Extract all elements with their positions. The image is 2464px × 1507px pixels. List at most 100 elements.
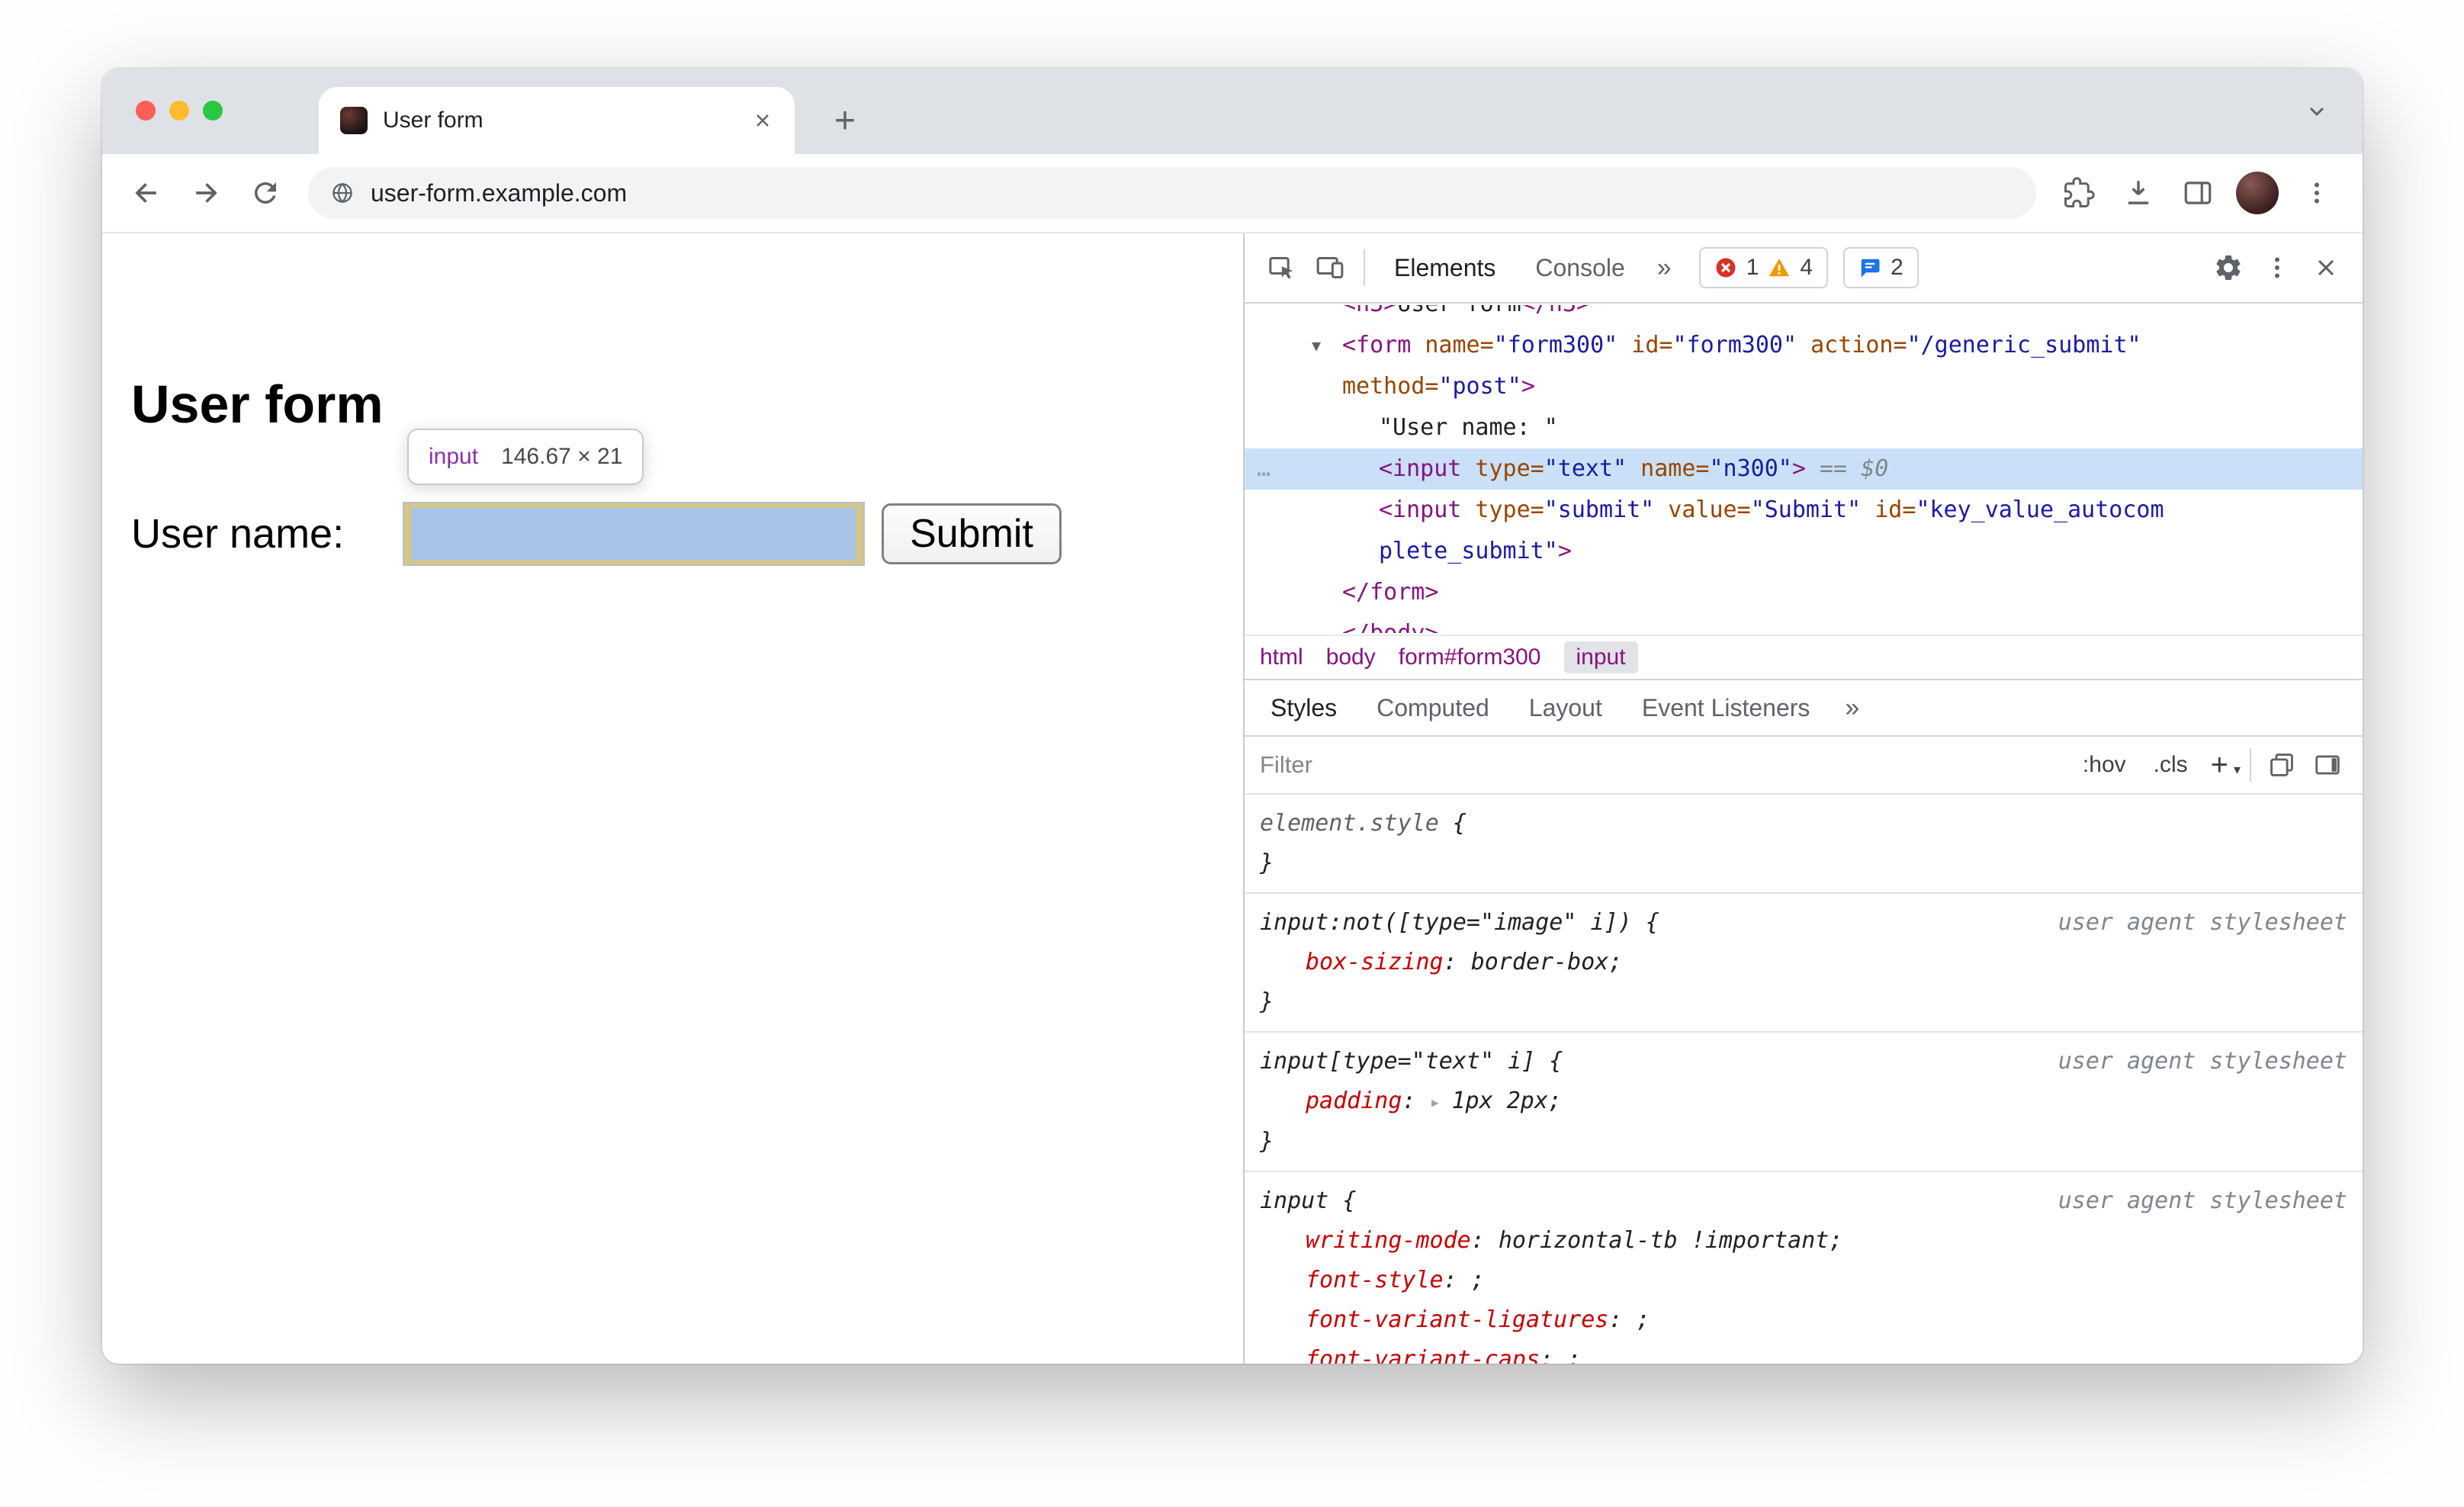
- css-property[interactable]: writing-mode: horizontal-tb !important;: [1260, 1221, 2347, 1261]
- tab-favicon: [340, 107, 368, 134]
- styles-filter-input[interactable]: [1260, 751, 2069, 779]
- dom-tree-line[interactable]: "User name: ": [1245, 407, 2363, 448]
- inspect-element-icon[interactable]: [1257, 243, 1306, 292]
- dom-tree-line[interactable]: plete_submit">: [1245, 531, 2363, 572]
- breadcrumb-item[interactable]: input: [1563, 641, 1638, 673]
- page-title: User form: [131, 374, 384, 434]
- tab-console[interactable]: Console: [1515, 233, 1644, 302]
- css-property[interactable]: font-variant-ligatures: ;: [1260, 1300, 2347, 1340]
- tab-layout[interactable]: Layout: [1509, 694, 1622, 722]
- tab-title: User form: [383, 108, 483, 133]
- window-controls: [136, 101, 223, 120]
- settings-gear-icon[interactable]: [2204, 243, 2253, 292]
- styles-filter-bar: :hov .cls +▾: [1245, 737, 2363, 795]
- divider: [2250, 748, 2251, 782]
- devtools-toolbar: Elements Console » 1 4 2: [1245, 233, 2363, 304]
- address-bar[interactable]: user-form.example.com: [308, 167, 2036, 219]
- username-label: User name:: [131, 511, 345, 557]
- style-rules-pane: element.style {} input:not([type="image" …: [1245, 795, 2363, 1364]
- style-rule[interactable]: element.style {}: [1245, 795, 2363, 894]
- toggle-element-state-button[interactable]: :hov: [2069, 752, 2140, 778]
- issues-count: 2: [1891, 255, 1903, 280]
- back-button[interactable]: [124, 170, 169, 216]
- breadcrumb-item[interactable]: html: [1260, 644, 1303, 670]
- forward-button[interactable]: [183, 170, 229, 216]
- breadcrumb-item[interactable]: form#form300: [1399, 644, 1541, 670]
- warning-icon: [1769, 259, 1790, 277]
- breadcrumb: html body form#form300 input: [1245, 635, 2363, 679]
- devtools-menu-kebab-icon[interactable]: [2253, 243, 2302, 292]
- tab-close-icon[interactable]: [749, 107, 776, 134]
- tab-event-listeners[interactable]: Event Listeners: [1622, 694, 1830, 722]
- submit-button[interactable]: Submit: [882, 503, 1062, 564]
- dom-tree-line[interactable]: … <input type="text" name="n300"> == $0: [1245, 448, 2363, 490]
- computed-styles-icon[interactable]: [2259, 742, 2305, 788]
- window-content: User form input 146.67 × 21 User name: S…: [102, 233, 2363, 1364]
- tab-computed[interactable]: Computed: [1357, 694, 1509, 722]
- url-text[interactable]: user-form.example.com: [371, 179, 627, 207]
- desktop-background: { "window": { "tab": { "title": "User fo…: [0, 0, 2464, 1507]
- browser-window: User form + user-form.example.com User f…: [102, 69, 2363, 1364]
- dom-tree-line[interactable]: </form>: [1245, 572, 2363, 613]
- dom-tree-line[interactable]: <input type="submit" value="Submit" id="…: [1245, 490, 2363, 531]
- more-sidebar-tabs-chevron[interactable]: »: [1830, 693, 1875, 723]
- reload-button[interactable]: [243, 170, 288, 216]
- inspect-tooltip-tag: input: [429, 444, 479, 469]
- site-info-globe-icon[interactable]: [329, 180, 355, 206]
- tab-elements[interactable]: Elements: [1374, 233, 1515, 302]
- download-icon[interactable]: [2114, 169, 2163, 217]
- username-input[interactable]: [404, 503, 863, 564]
- overflow-dots-icon: …: [1257, 455, 1273, 482]
- avatar-image: [2236, 172, 2279, 214]
- dom-tree-line[interactable]: ▼ <form name="form300" id="form300" actio…: [1245, 325, 2363, 366]
- web-page: User form input 146.67 × 21 User name: S…: [102, 233, 1243, 1364]
- inspect-tooltip-size: 146.67 × 21: [501, 444, 623, 469]
- divider: [1364, 249, 1365, 286]
- zoom-window-button[interactable]: [203, 101, 223, 120]
- style-rule[interactable]: input:not([type="image" i]) {user agent …: [1245, 894, 2363, 1033]
- extensions-puzzle-icon[interactable]: [2054, 169, 2103, 217]
- browser-menu-kebab-icon[interactable]: [2292, 169, 2341, 217]
- browser-tab[interactable]: User form: [319, 87, 795, 154]
- dropdown-caret-icon: ▾: [2233, 761, 2241, 777]
- css-property[interactable]: box-sizing: border-box;: [1260, 943, 2347, 982]
- css-property[interactable]: font-variant-caps: ;: [1260, 1340, 2347, 1364]
- close-window-button[interactable]: [136, 101, 156, 120]
- profile-avatar[interactable]: [2233, 169, 2282, 217]
- issues-badge[interactable]: 2: [1843, 247, 1919, 288]
- error-count: 1: [1746, 255, 1759, 280]
- dom-tree-line[interactable]: </body>: [1245, 613, 2363, 633]
- devtools-toolbar-right: [2204, 243, 2350, 292]
- error-icon: [1716, 258, 1736, 278]
- css-property[interactable]: font-style: ;: [1260, 1261, 2347, 1300]
- console-status-badges[interactable]: 1 4: [1698, 247, 1829, 288]
- new-style-rule-button[interactable]: + ▾: [2202, 748, 2242, 782]
- stylesheet-origin: user agent stylesheet: [2058, 909, 2347, 936]
- style-rule[interactable]: input[type="text" i] {user agent stylesh…: [1245, 1033, 2363, 1172]
- devtools-panel: Elements Console » 1 4 2 ▼ <form name="f…: [1243, 233, 2363, 1364]
- devtools-close-icon[interactable]: [2302, 243, 2350, 292]
- breadcrumb-item[interactable]: body: [1326, 644, 1376, 670]
- new-tab-button[interactable]: +: [822, 98, 868, 143]
- tab-search-chevron-icon[interactable]: [2302, 96, 2332, 127]
- inspect-tooltip: input 146.67 × 21: [407, 429, 644, 485]
- expand-arrow-icon[interactable]: ▼: [1312, 325, 1321, 366]
- stylesheet-origin: user agent stylesheet: [2058, 1048, 2347, 1075]
- device-toolbar-icon[interactable]: [1306, 243, 1354, 292]
- tab-styles[interactable]: Styles: [1251, 694, 1357, 722]
- more-tabs-chevron[interactable]: »: [1645, 253, 1684, 283]
- dom-tree-line[interactable]: <h3>User form</h3>: [1245, 305, 2363, 325]
- minimize-window-button[interactable]: [169, 101, 189, 120]
- stylesheet-origin: user agent stylesheet: [2058, 1187, 2347, 1214]
- styles-sidebar-tabs: Styles Computed Layout Event Listeners »: [1245, 679, 2363, 737]
- toggle-sidebar-icon[interactable]: [2305, 742, 2350, 788]
- dom-tree-line[interactable]: method="post">: [1245, 366, 2363, 407]
- css-property[interactable]: padding: ▸ 1px 2px;: [1260, 1081, 2347, 1122]
- side-panel-icon[interactable]: [2173, 169, 2222, 217]
- style-rule[interactable]: input {user agent stylesheet writing-mode…: [1245, 1172, 2363, 1364]
- dom-tree: <h3>User form</h3>▼<form name="form300" …: [1245, 304, 2363, 635]
- element-classes-button[interactable]: .cls: [2140, 752, 2202, 778]
- warning-count: 4: [1800, 255, 1813, 280]
- browser-toolbar: user-form.example.com: [102, 154, 2363, 233]
- tab-strip: User form +: [102, 69, 2363, 154]
